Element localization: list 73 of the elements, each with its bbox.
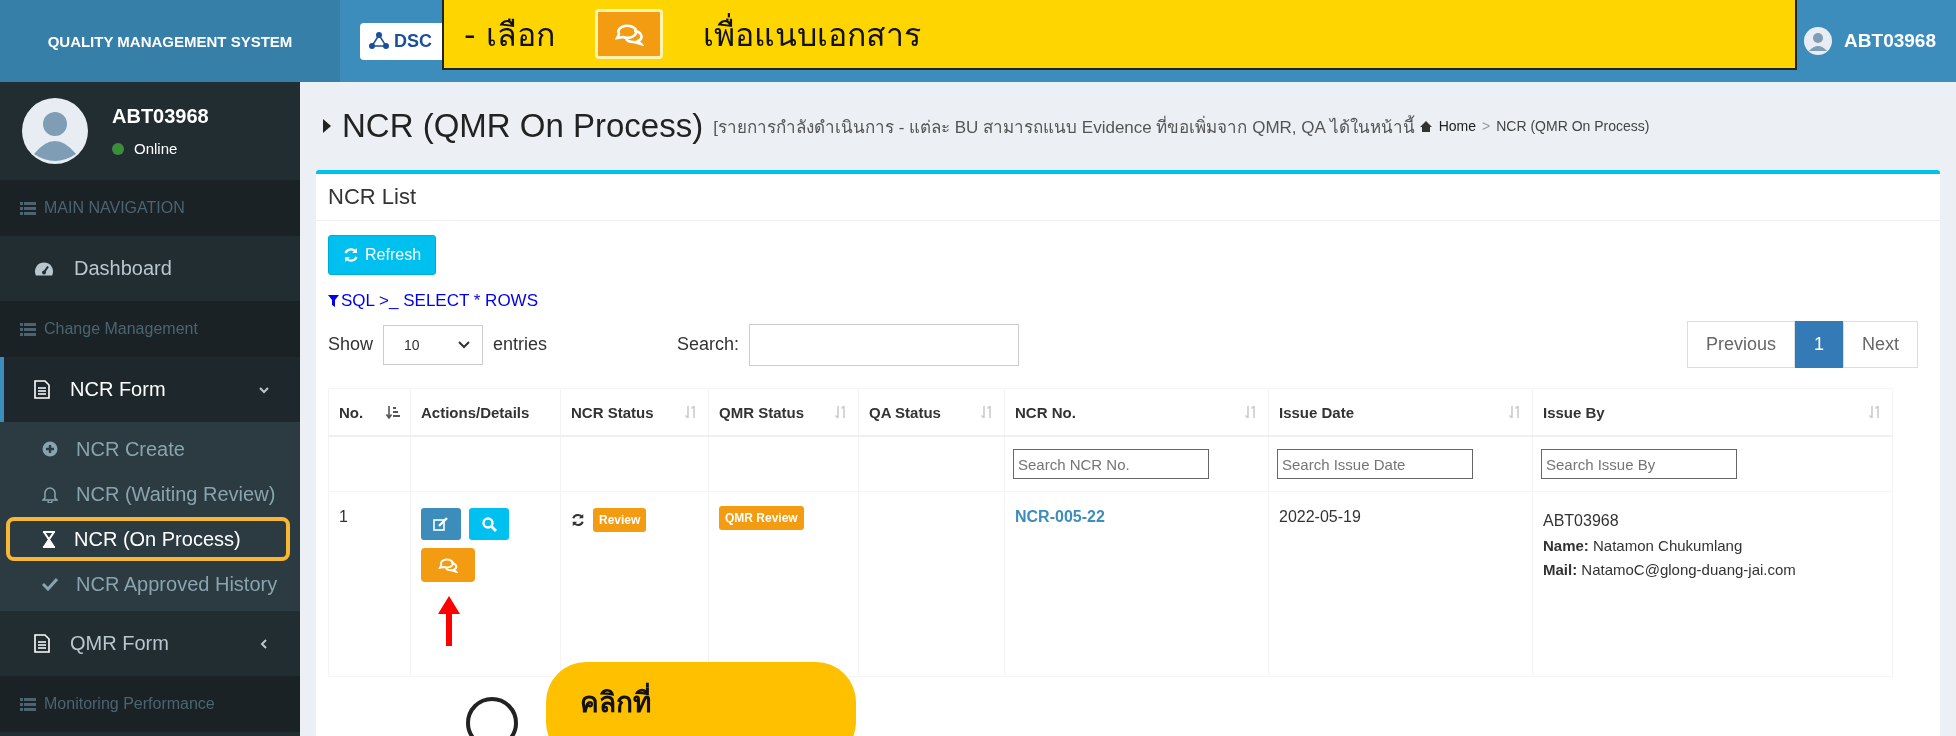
entries-label: entries bbox=[493, 334, 548, 355]
search-button[interactable] bbox=[469, 508, 509, 540]
nav-subitem[interactable]: NCR Create bbox=[6, 427, 290, 471]
edit-icon bbox=[433, 517, 449, 531]
panel-title: NCR List bbox=[328, 184, 416, 210]
column-header[interactable]: QA Status bbox=[869, 403, 941, 421]
dashboard-icon bbox=[34, 260, 54, 277]
pagination-button[interactable]: Previous bbox=[1686, 321, 1795, 368]
nav-subitem[interactable]: NCR (Waiting Review) bbox=[6, 472, 290, 516]
status-text: Online bbox=[134, 140, 178, 157]
document-icon bbox=[34, 380, 50, 399]
avatar-icon bbox=[22, 98, 88, 164]
sql-link[interactable]: SQL >_ SELECT * ROWS bbox=[328, 291, 1928, 311]
chat-bubbles-icon bbox=[438, 557, 458, 573]
brand-title[interactable]: QUALITY MANAGEMENT SYSTEM bbox=[0, 0, 340, 82]
list-icon bbox=[20, 322, 36, 336]
breadcrumb-current: NCR (QMR On Process) bbox=[1496, 118, 1650, 134]
search-label: Search: bbox=[677, 334, 740, 355]
chat-bubbles-icon bbox=[613, 22, 644, 46]
issuer-name: Name: Natamon Chukumlang bbox=[1543, 535, 1744, 556]
chat-button[interactable] bbox=[421, 548, 475, 582]
pagination-button[interactable]: 1 bbox=[1794, 321, 1843, 368]
page-subtitle: [รายการกำลังดำเนินการ - แต่ละ BU สามารถแนบ Evidence ที่ขอเพิ่มจาก QMR, QA ได้ในหน้านี้ bbox=[713, 114, 1415, 139]
breadcrumb-link[interactable]: Home bbox=[1438, 118, 1476, 134]
chevron-left-icon bbox=[258, 637, 270, 650]
issuer-id: ABT03968 bbox=[1543, 511, 1620, 531]
column-header[interactable]: Issue By bbox=[1543, 403, 1605, 421]
user-name[interactable]: ABT03968 bbox=[1844, 30, 1936, 52]
hourglass-icon bbox=[42, 530, 56, 548]
issuer-mail: Mail: NatamoC@glong-duang-jai.com bbox=[1543, 559, 1797, 580]
nav-item[interactable]: Dashboard bbox=[0, 236, 300, 301]
logo-icon bbox=[368, 31, 390, 51]
issue-date: 2022-05-19 bbox=[1279, 508, 1361, 525]
breadcrumb-separator: > bbox=[1482, 118, 1491, 134]
page-size-select[interactable]: 10 bbox=[383, 324, 484, 365]
plus-circle-icon bbox=[42, 441, 58, 457]
list-icon bbox=[20, 697, 36, 711]
nav-subitem[interactable]: NCR Approved History bbox=[6, 562, 290, 606]
column-filter-field[interactable]: Search NCR No. bbox=[1013, 449, 1209, 479]
avatar-icon[interactable] bbox=[1804, 27, 1833, 55]
status-badge: Review bbox=[593, 508, 647, 532]
user-name: ABT03968 bbox=[112, 105, 209, 128]
section-header: Monitoring Performance bbox=[44, 695, 215, 713]
nav-subitem[interactable]: NCR (On Process) bbox=[6, 517, 290, 561]
bell-icon bbox=[42, 485, 58, 503]
status-badge: QMR Review bbox=[719, 506, 804, 530]
refresh-icon bbox=[343, 247, 359, 263]
section-header: Change Management bbox=[44, 320, 198, 338]
up-arrow-icon bbox=[438, 596, 460, 646]
column-filter-field[interactable]: Search Issue By bbox=[1541, 449, 1737, 479]
show-label: Show bbox=[328, 334, 374, 355]
filter-icon bbox=[328, 295, 339, 307]
row-number: 1 bbox=[339, 508, 348, 525]
nav-group[interactable]: QMR Form bbox=[0, 611, 300, 676]
column-header[interactable]: Issue Date bbox=[1279, 403, 1355, 421]
list-icon bbox=[20, 201, 36, 215]
column-header[interactable]: NCR No. bbox=[1015, 403, 1076, 421]
search-icon bbox=[481, 516, 497, 532]
ncr-number-link[interactable]: NCR-005-22 bbox=[1015, 508, 1105, 525]
page-title: NCR (QMR On Process) bbox=[342, 107, 704, 145]
pagination-button[interactable]: Next bbox=[1843, 321, 1918, 368]
document-icon bbox=[34, 634, 50, 653]
column-filter-field[interactable]: Search Issue Date bbox=[1277, 449, 1473, 479]
edit-button[interactable] bbox=[421, 508, 461, 540]
column-header[interactable]: No. bbox=[339, 403, 364, 421]
section-header: MAIN NAVIGATION bbox=[44, 199, 185, 217]
home-icon bbox=[1418, 119, 1433, 133]
check-icon bbox=[42, 577, 58, 591]
chevron-down-icon bbox=[458, 340, 471, 349]
search-field[interactable] bbox=[749, 323, 1020, 366]
caret-right-icon bbox=[322, 118, 332, 134]
nav-group[interactable]: NCR Form bbox=[0, 357, 300, 422]
refresh-icon bbox=[571, 513, 585, 527]
